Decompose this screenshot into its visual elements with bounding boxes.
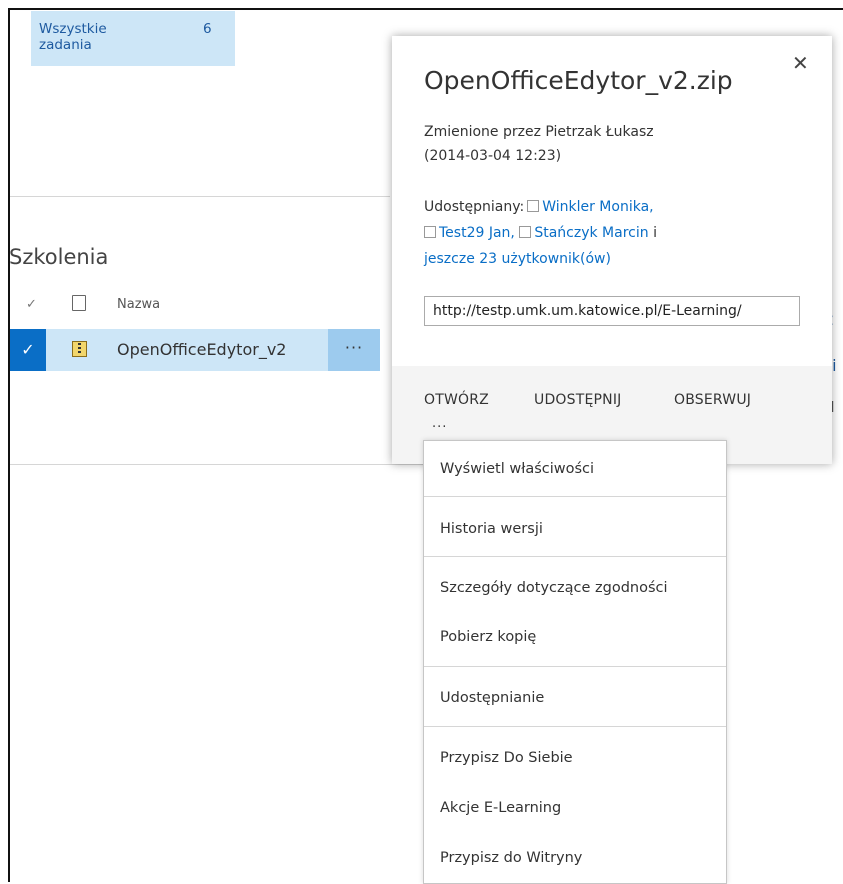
context-menu: Wyświetl właściwości Historia wersji Szc…	[423, 440, 727, 884]
menu-item-assign-to-site[interactable]: Przypisz do Witryny	[440, 850, 582, 866]
all-tasks-tile[interactable]: Wszystkie zadania 6	[31, 11, 235, 66]
menu-separator	[424, 666, 726, 667]
shared-user-link[interactable]: Winkler Monika,	[542, 199, 653, 215]
modified-by: Zmienione przez Pietrzak Łukasz	[424, 124, 654, 140]
more-users-link[interactable]: jeszcze 23 użytkownik(ów)	[424, 251, 611, 267]
tile-label: Wszystkie zadania	[39, 21, 107, 53]
file-url-field[interactable]	[424, 296, 800, 326]
menu-separator	[424, 726, 726, 727]
modified-date: (2014-03-04 12:23)	[424, 148, 562, 164]
shared-and: i	[653, 225, 657, 241]
follow-button[interactable]: OBSERWUJ	[674, 392, 751, 408]
close-icon[interactable]: ✕	[792, 51, 809, 75]
file-callout: ✕ OpenOfficeEdytor_v2.zip Zmienione prze…	[392, 36, 832, 464]
presence-icon	[527, 200, 540, 212]
presence-icon	[519, 226, 532, 238]
more-options-button[interactable]: ···	[328, 329, 380, 371]
frame-top-border	[8, 8, 843, 10]
modified-info: Zmienione przez Pietrzak Łukasz (2014-03…	[424, 120, 814, 168]
zip-file-icon	[72, 341, 87, 357]
row-checkbox[interactable]: ✓	[10, 329, 46, 371]
document-icon	[72, 295, 86, 311]
menu-item-e-learning-actions[interactable]: Akcje E-Learning	[440, 800, 561, 816]
shared-user-link[interactable]: Stańczyk Marcin	[534, 225, 648, 241]
shared-label: Udostępniany:	[424, 199, 525, 215]
shared-user-link[interactable]: Test29 Jan,	[439, 225, 515, 241]
menu-item-download-copy[interactable]: Pobierz kopię	[440, 629, 536, 645]
open-button[interactable]: OTWÓRZ	[424, 392, 489, 408]
section-title: Szkolenia	[9, 245, 109, 269]
menu-item-assign-to-me[interactable]: Przypisz Do Siebie	[440, 750, 573, 766]
menu-item-version-history[interactable]: Historia wersji	[440, 521, 543, 537]
menu-item-view-properties[interactable]: Wyświetl właściwości	[440, 461, 594, 477]
presence-icon	[424, 226, 436, 238]
menu-separator	[424, 556, 726, 557]
shared-with: Udostępniany: Winkler Monika, Test29 Jan,…	[424, 194, 824, 272]
menu-item-compliance-details[interactable]: Szczegóły dotyczące zgodności	[440, 580, 668, 596]
menu-item-sharing[interactable]: Udostępnianie	[440, 690, 544, 706]
share-button[interactable]: UDOSTĘPNIJ	[534, 392, 622, 408]
more-actions-button[interactable]: ...	[432, 416, 447, 431]
select-all-checkmark-icon[interactable]: ✓	[26, 297, 37, 312]
file-name-link[interactable]: OpenOfficeEdytor_v2	[117, 340, 286, 359]
menu-separator	[424, 496, 726, 497]
divider	[10, 196, 390, 197]
column-header-name[interactable]: Nazwa	[117, 297, 160, 312]
callout-title: OpenOfficeEdytor_v2.zip	[424, 66, 733, 95]
frame-left-border	[8, 8, 10, 882]
divider	[10, 464, 423, 465]
tile-count: 6	[203, 21, 212, 37]
